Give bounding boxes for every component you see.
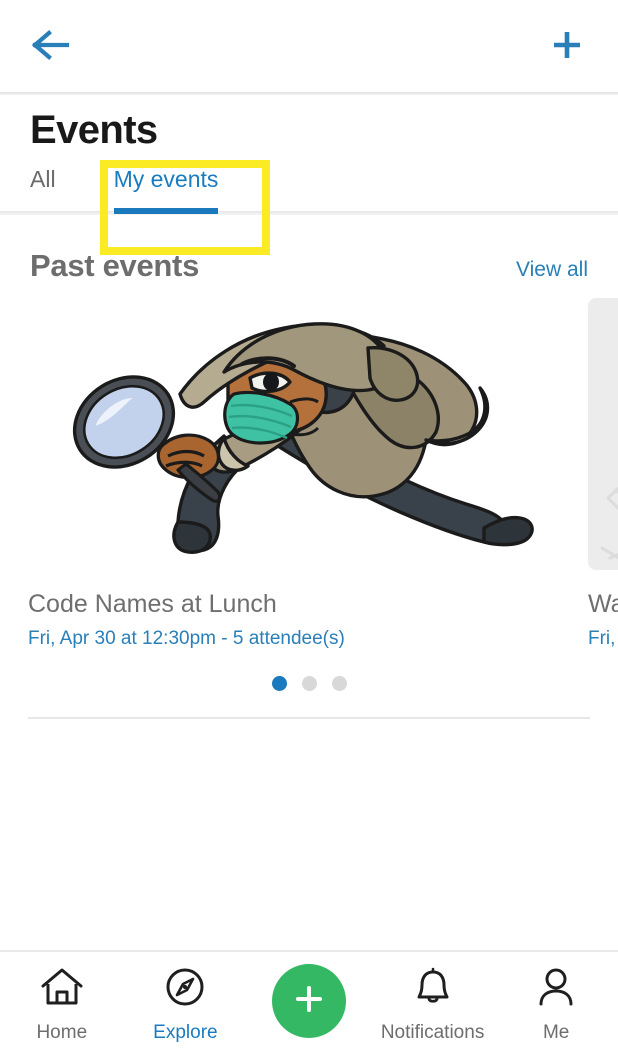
champagne-glasses-icon — [588, 298, 618, 570]
event-card-title: Wall — [588, 590, 618, 619]
event-card-image — [588, 298, 618, 571]
nav-item-explore[interactable]: Explore — [130, 966, 240, 1044]
tab-my-events[interactable]: My events — [113, 152, 219, 215]
nav-item-me[interactable]: Me — [501, 966, 611, 1044]
nav-label-notifications: Notifications — [380, 1022, 485, 1043]
back-button[interactable] — [28, 25, 74, 71]
event-card-meta: Fri, F — [588, 628, 618, 650]
tab-my-events-label: My events — [113, 166, 219, 193]
home-icon — [39, 966, 85, 1013]
page-header: Events — [0, 95, 618, 152]
detective-illustration-icon — [28, 298, 560, 570]
tab-all-label: All — [30, 166, 56, 193]
nav-item-notifications[interactable]: Notifications — [378, 966, 488, 1044]
nav-label-me: Me — [542, 1022, 570, 1043]
tabs-region: All My events — [0, 152, 618, 256]
nav-label-explore: Explore — [153, 1022, 218, 1043]
nav-item-home[interactable]: Home — [7, 966, 117, 1044]
bell-icon — [412, 966, 454, 1013]
compass-icon — [163, 966, 207, 1013]
add-event-button[interactable] — [544, 25, 590, 71]
pagination-dot[interactable] — [301, 676, 317, 692]
tab-all[interactable]: All — [30, 152, 56, 193]
tab-active-underline — [113, 208, 219, 215]
event-card-meta: Fri, Apr 30 at 12:30pm - 5 attendee(s) — [28, 628, 345, 650]
events-carousel[interactable]: Code Names at Lunch Fri, Apr 30 at 12:30… — [0, 298, 618, 650]
person-icon — [535, 966, 577, 1013]
page-title: Events — [30, 108, 158, 152]
app-root: Events All My events Past events View al… — [0, 0, 618, 1064]
create-button[interactable] — [271, 964, 346, 1038]
arrow-left-icon — [31, 28, 71, 67]
bottom-navigation: Home Explore Notifications Me — [0, 950, 618, 1064]
view-all-link[interactable]: View all — [516, 258, 588, 282]
top-bar — [0, 0, 618, 95]
section-title: Past events — [30, 248, 200, 284]
past-events-section-header: Past events View all — [0, 230, 618, 284]
tab-bar: All My events — [0, 152, 618, 230]
pagination-dot[interactable] — [331, 676, 347, 692]
event-card[interactable]: Code Names at Lunch Fri, Apr 30 at 12:30… — [28, 298, 560, 650]
event-card-title: Code Names at Lunch — [28, 590, 277, 619]
fab-container — [254, 964, 364, 1038]
nav-label-home: Home — [36, 1022, 88, 1043]
pagination-dot[interactable] — [271, 676, 287, 692]
event-card[interactable]: Wall Fri, F — [588, 298, 618, 650]
carousel-pagination — [0, 676, 618, 692]
event-card-image — [28, 298, 560, 571]
plus-icon — [549, 27, 585, 68]
plus-icon — [291, 981, 327, 1022]
